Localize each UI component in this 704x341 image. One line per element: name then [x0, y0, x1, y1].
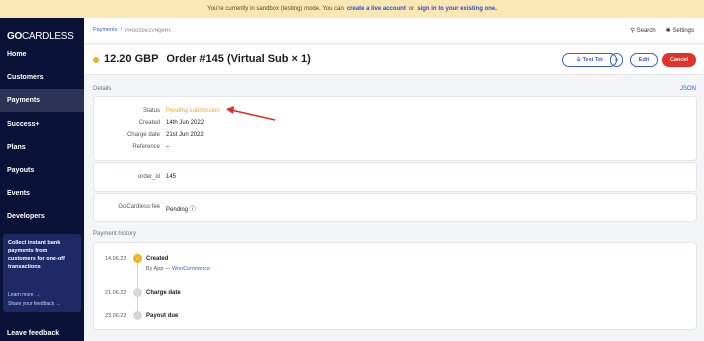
- logo-light: CARDLESS: [21, 31, 74, 42]
- reference-label: Reference: [132, 144, 160, 150]
- sidebar-item-payouts[interactable]: Payouts: [0, 159, 84, 182]
- sidebar-item-events[interactable]: Events: [0, 182, 84, 205]
- fee-label: GoCardless fee: [118, 204, 160, 210]
- page-title: 12.20 GBP Order #145 (Virtual Sub × 1): [104, 53, 311, 65]
- create-live-account-link[interactable]: create a live account: [347, 6, 406, 12]
- charge-date-value: 21st Jun 2022: [166, 132, 204, 138]
- json-link[interactable]: JSON: [680, 86, 696, 92]
- created-label: Created: [138, 120, 160, 126]
- payment-history-card: [94, 243, 696, 329]
- timeline-sub: By App — WooCommerce: [146, 266, 210, 272]
- breadcrumb: Payments / PM005DKSVMQRMY: [93, 27, 171, 34]
- breadcrumb-payments[interactable]: Payments: [93, 27, 117, 34]
- banner-text-or: or: [408, 6, 415, 12]
- pending-event-icon: [133, 311, 142, 320]
- status-dot: [93, 57, 99, 63]
- sidebar-item-label: Payouts: [7, 167, 35, 174]
- customer-button[interactable]: ♙ Test Tet: [562, 53, 617, 67]
- metadata-card: order_id 145: [94, 163, 696, 191]
- timeline-date: 23.06.22: [105, 313, 127, 319]
- sidebar-item-home[interactable]: Home: [0, 43, 84, 66]
- sidebar-item-label: Customers: [7, 74, 44, 81]
- gocardless-logo[interactable]: GOCARDLESS: [7, 31, 74, 42]
- reference-value: –: [166, 144, 170, 150]
- search-button[interactable]: ⚲ Search: [631, 27, 656, 34]
- sidebar-item-label: Payments: [7, 97, 41, 104]
- sign-in-link[interactable]: sign in to your existing one.: [417, 6, 497, 12]
- promo-share-feedback-link[interactable]: Share your feedback →: [8, 301, 61, 307]
- sidebar-item-success-plus[interactable]: Success+: [0, 113, 84, 136]
- payment-header: 12.20 GBP Order #145 (Virtual Sub × 1) ♙…: [84, 45, 704, 75]
- timeline-date: 21.06.22: [105, 290, 127, 296]
- sidebar-item-label: Success+: [7, 121, 40, 128]
- promo-learn-more-link[interactable]: Learn more →: [8, 292, 40, 298]
- timeline-date: 14.06.22: [105, 256, 127, 262]
- instant-payments-promo: Collect instant bank payments from custo…: [3, 234, 81, 312]
- sidebar-item-label: Developers: [7, 213, 45, 220]
- details-card: Status Pending submission Created 14th J…: [94, 97, 696, 160]
- sidebar: GOCARDLESS Home Customers Payments Succe…: [0, 18, 84, 341]
- edit-button[interactable]: Edit: [630, 53, 658, 67]
- breadcrumb-payment-id: PM005DKSVMQRMY: [125, 27, 172, 34]
- payment-amount: 12.20 GBP: [104, 53, 159, 65]
- banner-text: You're currently in sandbox (testing) mo…: [207, 6, 344, 12]
- woocommerce-link[interactable]: WooCommerce: [172, 266, 210, 272]
- sidebar-item-plans[interactable]: Plans: [0, 136, 84, 159]
- status-label: Status: [142, 108, 160, 114]
- timeline-sub-prefix: By App —: [146, 266, 171, 272]
- sidebar-item-customers[interactable]: Customers: [0, 66, 84, 89]
- created-event-icon: ✓: [133, 254, 142, 263]
- timeline-title: Created: [146, 256, 169, 262]
- status-value: Pending submission: [166, 108, 220, 114]
- order-id-label: order_id: [137, 174, 160, 180]
- annotation-arrow: [226, 106, 276, 121]
- timeline-title: Charge date: [146, 290, 181, 296]
- pending-event-icon: [133, 288, 142, 297]
- settings-button[interactable]: ✱ Settings: [666, 27, 694, 34]
- payment-description: Order #145 (Virtual Sub × 1): [166, 53, 311, 65]
- timeline-title: Payout due: [146, 313, 179, 319]
- promo-title: Collect instant bank payments from custo…: [8, 240, 65, 270]
- fee-card: GoCardless fee Pending ⓘ: [94, 194, 696, 221]
- sidebar-item-label: Home: [7, 51, 27, 58]
- cancel-payment-button[interactable]: Cancel: [662, 53, 696, 67]
- sandbox-banner: You're currently in sandbox (testing) mo…: [0, 0, 704, 18]
- chevron-down-icon[interactable]: ▾: [610, 53, 623, 67]
- top-actions: ⚲ Search ✱ Settings: [631, 27, 694, 34]
- order-id-value: 145: [166, 174, 177, 180]
- breadcrumb-separator: /: [120, 27, 122, 33]
- top-bar: Payments / PM005DKSVMQRMY ⚲ Search ✱ Set…: [84, 18, 704, 44]
- sidebar-item-label: Plans: [7, 144, 26, 151]
- sidebar-item-payments[interactable]: Payments: [0, 89, 84, 112]
- details-heading: Details: [93, 86, 112, 92]
- sidebar-item-developers[interactable]: Developers: [0, 205, 84, 228]
- created-value: 14th Jun 2022: [166, 120, 205, 126]
- payment-history-heading: Payment history: [93, 231, 137, 237]
- fee-value: Pending ⓘ: [166, 207, 196, 213]
- sidebar-item-label: Events: [7, 190, 30, 197]
- charge-date-label: Charge date: [126, 132, 160, 138]
- leave-feedback-link[interactable]: Leave feedback: [7, 330, 59, 337]
- logo-bold: GO: [7, 31, 22, 42]
